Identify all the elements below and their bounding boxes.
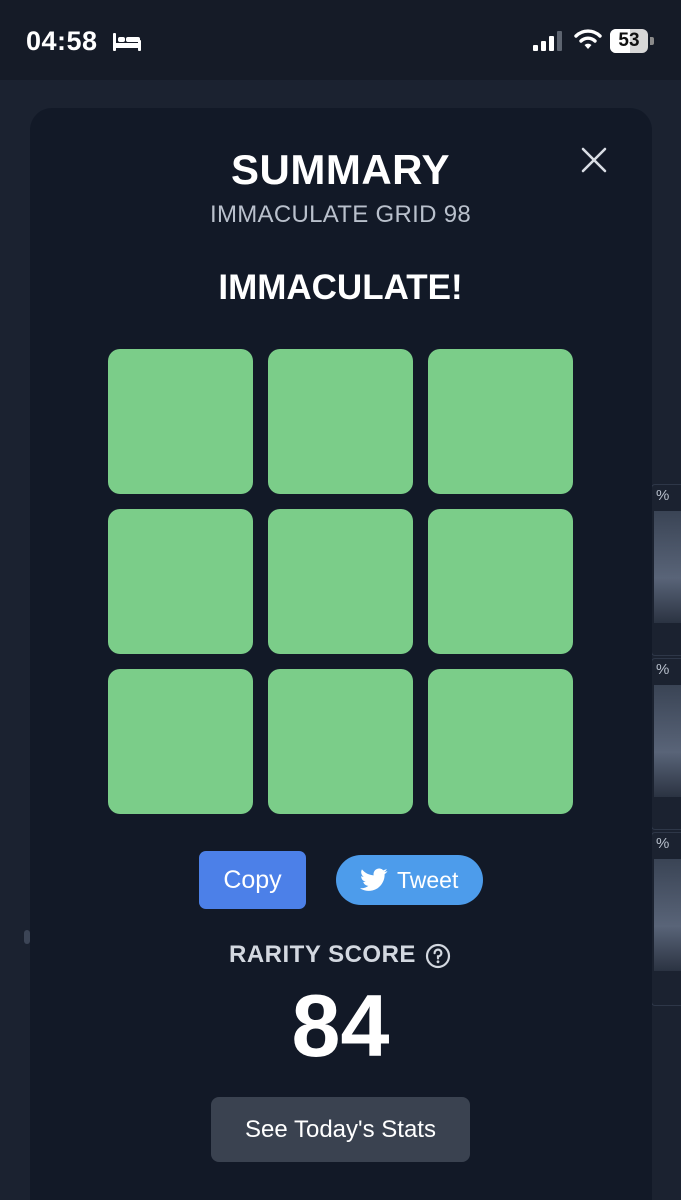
modal-subtitle: IMMACULATE GRID 98 [210, 201, 471, 228]
wifi-icon [574, 29, 602, 49]
rarity-score-value: 84 [291, 976, 390, 1075]
battery-body: 53 [610, 29, 648, 53]
see-stats-button[interactable]: See Today's Stats [211, 1097, 470, 1162]
background-card-percent: % [656, 487, 670, 504]
grid-cell [268, 349, 413, 494]
status-bar: 04:58 53 [0, 0, 681, 80]
background-card: % [651, 484, 681, 656]
background-card-image [654, 511, 681, 623]
modal-title: SUMMARY [231, 146, 450, 193]
cellular-signal-icon [533, 31, 562, 51]
tweet-label: Tweet [397, 867, 459, 893]
grid-cell [108, 349, 253, 494]
background-card-percent: % [656, 661, 670, 678]
status-time: 04:58 [26, 26, 98, 56]
bed-icon [113, 33, 141, 51]
grid-cell [268, 669, 413, 814]
battery-nub [650, 37, 654, 45]
copy-button[interactable]: Copy [199, 851, 306, 909]
background-card-image [654, 685, 681, 797]
background-card: % [651, 658, 681, 830]
battery-level: 53 [618, 30, 640, 51]
rarity-score-label: RARITY SCORE [229, 941, 416, 968]
grid-cell [268, 509, 413, 654]
grid-cell [108, 669, 253, 814]
grid-cell [428, 349, 573, 494]
result-heading: IMMACULATE! [218, 268, 463, 307]
grid-cell [108, 509, 253, 654]
background-card-percent: % [656, 835, 670, 852]
grid-cell [428, 509, 573, 654]
grid-cell [428, 669, 573, 814]
tweet-button[interactable]: Tweet [336, 855, 483, 905]
twitter-bird-icon [360, 868, 388, 891]
result-grid [108, 349, 573, 814]
question-circle-icon[interactable] [425, 943, 451, 969]
battery-indicator: 53 [610, 29, 656, 53]
background-card-image [654, 859, 681, 971]
